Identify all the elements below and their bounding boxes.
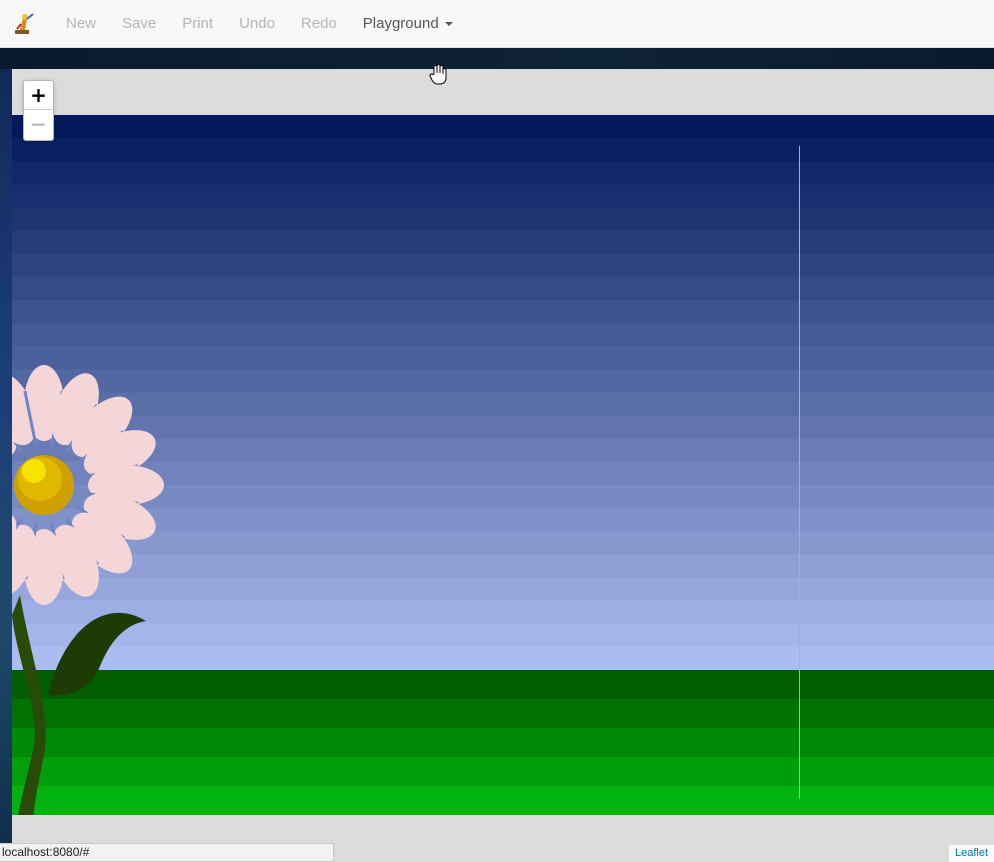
redo-button[interactable]: Redo xyxy=(288,0,350,48)
map-container[interactable]: + − xyxy=(12,69,994,843)
sky-band xyxy=(12,346,994,371)
sky-band xyxy=(12,161,994,186)
sky-band xyxy=(12,438,994,463)
sky-band xyxy=(12,415,994,440)
sky-bands xyxy=(12,115,994,671)
grass-band xyxy=(12,670,994,700)
save-button[interactable]: Save xyxy=(109,0,169,48)
sky-band xyxy=(12,115,994,140)
sky-band xyxy=(12,253,994,278)
grass-band xyxy=(12,786,994,815)
zoom-out-button[interactable]: − xyxy=(24,110,53,139)
sky-band xyxy=(12,300,994,325)
browser-status-url: localhost:8080/# xyxy=(0,843,334,862)
flower-center-highlight xyxy=(22,459,46,483)
sky-band xyxy=(12,207,994,232)
leaflet-attribution-link[interactable]: Leaflet xyxy=(948,845,994,862)
top-navbar: New Save Print Undo Redo Playground xyxy=(0,0,994,48)
grass-bands xyxy=(12,670,994,815)
zoom-control: + − xyxy=(23,80,54,141)
sky-band xyxy=(12,508,994,533)
background-left-edge xyxy=(0,69,12,862)
zoom-in-button[interactable]: + xyxy=(24,81,53,110)
hand-cursor-icon xyxy=(428,64,448,86)
new-button[interactable]: New xyxy=(53,0,109,48)
caret-down-icon xyxy=(444,21,453,26)
sky-band xyxy=(12,577,994,602)
sky-band xyxy=(12,623,994,648)
sky-band xyxy=(12,392,994,417)
playground-dropdown-label: Playground xyxy=(362,14,439,32)
playground-dropdown[interactable]: Playground xyxy=(350,0,466,48)
print-button[interactable]: Print xyxy=(169,0,226,48)
sky-band xyxy=(12,646,994,671)
grass-band xyxy=(12,699,994,729)
sky-band xyxy=(12,138,994,163)
sky-band xyxy=(12,369,994,394)
sky-band xyxy=(12,600,994,625)
undo-button[interactable]: Undo xyxy=(226,0,288,48)
app-logo-icon[interactable] xyxy=(11,10,39,38)
grass-band xyxy=(12,757,994,787)
sky-band xyxy=(12,323,994,348)
background-strip xyxy=(0,48,994,69)
sky-band xyxy=(12,184,994,209)
sky-band xyxy=(12,531,994,556)
grass-band xyxy=(12,728,994,758)
sky-band xyxy=(12,276,994,301)
sky-band xyxy=(12,554,994,579)
drawing-canvas[interactable] xyxy=(12,115,994,815)
sky-band xyxy=(12,230,994,255)
